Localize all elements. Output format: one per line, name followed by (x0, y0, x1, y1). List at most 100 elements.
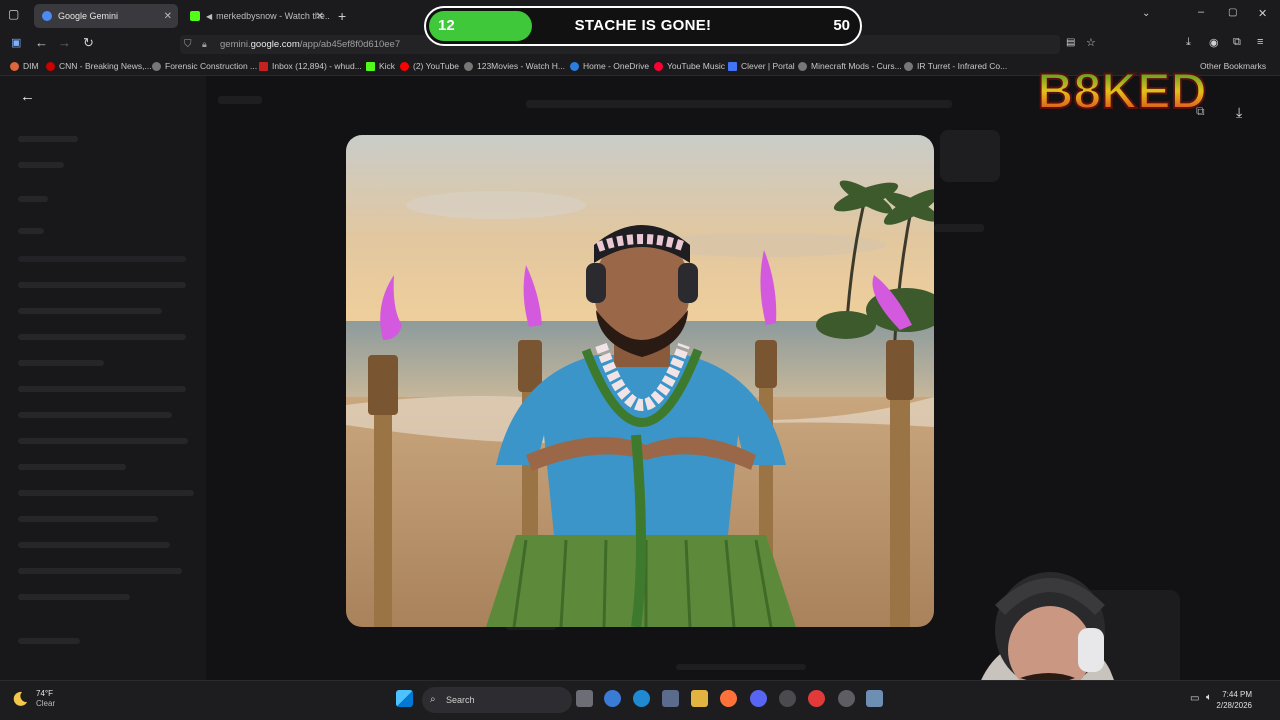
maximize-icon[interactable]: ▢ (1228, 7, 1237, 18)
goal-progress-bar: 12 STACHE IS GONE! 50 (424, 6, 862, 46)
copilot-icon[interactable] (604, 690, 621, 707)
tab-label: merkedbysnow - Watch the... (216, 11, 330, 21)
arrow-left-icon[interactable]: ← (35, 35, 48, 50)
sidebar-ghost (18, 334, 186, 340)
bookmark-item[interactable]: Minecraft Mods - Curs... (798, 59, 902, 73)
chevron-down-icon[interactable]: ⌄ (1142, 8, 1150, 19)
sidebar-ghost (18, 386, 186, 392)
bookmark-item[interactable]: Kick (366, 59, 395, 73)
clock[interactable]: 7:44 PM 2/28/2026 (1216, 689, 1252, 711)
obs-icon[interactable] (779, 690, 796, 707)
youtube-icon (400, 61, 409, 71)
sidebar-ghost (18, 490, 194, 496)
bookmark-item[interactable]: Forensic Construction ... (152, 59, 257, 73)
close-tab-icon[interactable]: ✕ (164, 11, 172, 22)
speaker-icon: ◀ (206, 11, 213, 21)
bookmark-item[interactable]: Home - OneDrive (570, 59, 649, 73)
page-ghost (676, 664, 806, 670)
back-arrow-icon[interactable]: ← (20, 88, 35, 105)
close-window-icon[interactable]: ✕ (1258, 7, 1267, 20)
globe-icon (798, 61, 807, 71)
sidebar-ghost (18, 516, 158, 522)
sidebar-ghost (18, 568, 182, 574)
shield-icon: ⛉ (184, 39, 192, 50)
generated-image[interactable] (346, 135, 934, 627)
page-ghost (218, 96, 262, 104)
page-ghost (526, 100, 952, 108)
kick-icon (190, 11, 200, 21)
windows-taskbar: 74°F Clear ⌕ Search ▭ 🔈︎ 7:44 PM 2/28/20… (0, 680, 1280, 720)
tab-gemini[interactable]: Google Gemini ✕ (34, 4, 178, 28)
tab-list-icon[interactable]: ▢ (8, 7, 19, 21)
bookmark-item[interactable]: Inbox (12,894) - whud... (259, 59, 362, 73)
page-ghost (940, 130, 1000, 182)
tab-kick[interactable]: ◀ merkedbysnow - Watch the... ✕ (182, 4, 330, 28)
weather-condition: Clear (36, 699, 56, 708)
bookmark-item[interactable]: (2) YouTube (400, 59, 459, 73)
url-path: /app/ab45ef8f0d610ee7 (299, 39, 401, 50)
new-tab-button[interactable]: + (338, 8, 346, 24)
sidebar-ghost (18, 136, 78, 142)
b8ked-logo: B8KED (1036, 62, 1207, 118)
kick-icon (366, 61, 375, 71)
sidebar-ghost (18, 196, 48, 202)
goal-target: 50 (833, 17, 850, 34)
bookmark-item[interactable]: CNN - Breaking News,... (46, 59, 152, 73)
reader-icon[interactable]: ▤ (1066, 37, 1075, 48)
sidebar-ghost (18, 256, 186, 262)
sidebar-ghost (18, 438, 188, 444)
sidebar-ghost (18, 308, 162, 314)
onedrive-icon (570, 61, 579, 71)
discord-icon[interactable] (750, 690, 767, 707)
minimize-icon[interactable]: – (1198, 6, 1204, 18)
task-view-icon[interactable] (576, 690, 593, 707)
file-explorer-icon[interactable] (691, 690, 708, 707)
taskbar-search[interactable]: ⌕ Search (422, 687, 572, 713)
sidebar-ghost (18, 228, 44, 234)
youtube-icon[interactable] (808, 690, 825, 707)
sidebar: ← (0, 76, 206, 680)
url-prefix: gemini. (220, 39, 251, 50)
close-tab-icon[interactable]: ✕ (316, 11, 324, 22)
network-icon[interactable]: ▭ (1190, 693, 1199, 704)
sidebar-ghost (18, 162, 64, 168)
store-icon[interactable] (662, 690, 679, 707)
download-icon[interactable]: ⤓ (1186, 36, 1191, 49)
clock-date: 2/28/2026 (1216, 701, 1252, 710)
search-icon: ⌕ (430, 694, 436, 705)
bookmark-item[interactable]: DIM (10, 59, 39, 73)
extensions-icon[interactable]: ⧉ (1233, 36, 1241, 49)
account-icon[interactable]: ◉ (1209, 36, 1219, 49)
goal-title: STACHE IS GONE! (574, 17, 712, 34)
windows-start-icon[interactable] (396, 690, 413, 707)
download-icon[interactable]: ⤓ (1236, 104, 1242, 121)
search-label: Search (446, 695, 475, 705)
app-icon[interactable] (866, 690, 883, 707)
volume-icon[interactable]: 🔈︎ (1206, 692, 1212, 703)
page-ghost (934, 224, 984, 232)
url-domain: google.com (250, 39, 300, 50)
edge-icon[interactable] (633, 690, 650, 707)
sidebar-ghost (18, 638, 80, 644)
bookmark-item[interactable]: Clever | Portal (728, 59, 795, 73)
globe-icon (904, 61, 913, 71)
clock-time: 7:44 PM (1222, 690, 1252, 699)
sidebar-toggle-icon[interactable]: ▣ (11, 36, 21, 49)
arrow-right-icon[interactable]: → (58, 35, 71, 50)
gemini-icon (42, 11, 52, 21)
weather-widget[interactable]: 74°F Clear (12, 689, 55, 709)
star-icon[interactable]: ☆ (1086, 36, 1096, 49)
firefox-icon[interactable] (720, 690, 737, 707)
settings-icon[interactable] (838, 690, 855, 707)
bookmark-item[interactable]: 123Movies - Watch H... (464, 59, 565, 73)
sidebar-ghost (18, 542, 170, 548)
globe-icon (152, 61, 161, 71)
youtube-music-icon (654, 61, 663, 71)
bookmark-item[interactable]: IR Turret - Infrared Co... (904, 59, 1007, 73)
screen: ▢ Google Gemini ✕ ◀ merkedbysnow - Watch… (0, 0, 1280, 720)
menu-icon[interactable]: ≡ (1257, 36, 1263, 48)
reload-icon[interactable]: ↻ (83, 35, 94, 51)
sidebar-ghost (18, 464, 126, 470)
bookmark-item[interactable]: YouTube Music (654, 59, 725, 73)
weather-temp: 74°F (36, 689, 53, 698)
